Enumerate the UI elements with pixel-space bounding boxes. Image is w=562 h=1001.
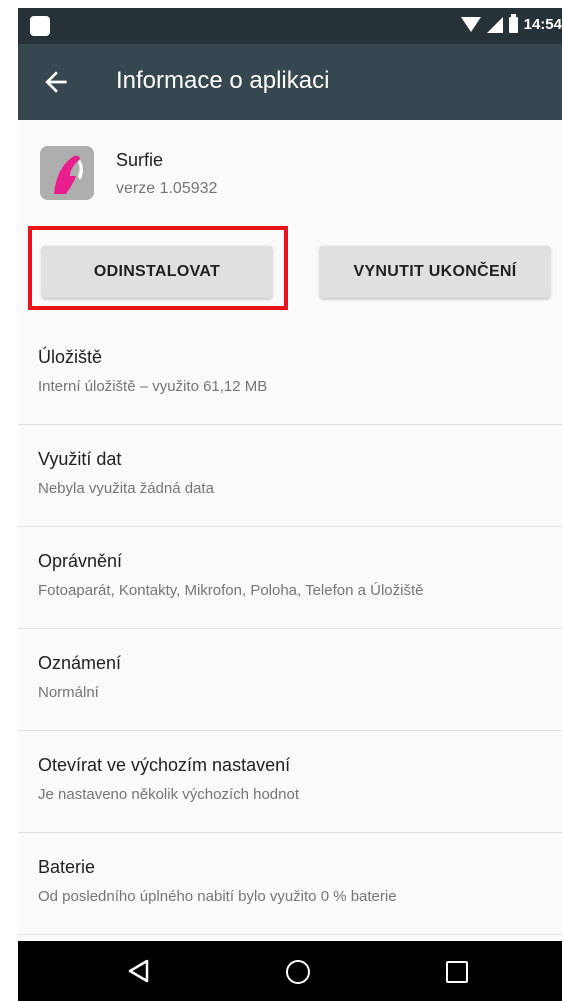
back-arrow-icon[interactable]: [40, 66, 72, 98]
signal-icon: [486, 16, 503, 33]
nav-recent-apps-icon[interactable]: [446, 961, 468, 983]
setting-permissions[interactable]: Oprávnění Fotoaparát, Kontakty, Mikrofon…: [18, 527, 562, 629]
setting-title: Baterie: [38, 857, 96, 877]
app-bar: Informace o aplikaci: [18, 44, 562, 120]
page-title: Informace o aplikaci: [116, 67, 330, 94]
status-icons: 14:54: [460, 13, 562, 33]
app-version: verze 1.05932: [116, 180, 218, 197]
app-name: Surfie: [116, 150, 164, 170]
uninstall-button[interactable]: ODINSTALOVAT: [42, 246, 272, 298]
setting-title: Otevírat ve výchozím nastavení: [38, 755, 291, 775]
setting-storage[interactable]: Úložiště Interní úložiště – využito 61,1…: [18, 323, 562, 425]
setting-open-by-default[interactable]: Otevírat ve výchozím nastavení Je nastav…: [18, 731, 562, 833]
setting-title: Oprávnění: [38, 551, 123, 571]
phone-screen: 14:54 Informace o aplikaci Surfie verze …: [18, 8, 562, 1001]
setting-subtitle: Od posledního úplného nabití bylo využit…: [38, 888, 397, 905]
setting-battery[interactable]: Baterie Od posledního úplného nabití byl…: [18, 833, 562, 935]
setting-subtitle: Nebyla využita žádná data: [38, 480, 214, 497]
setting-subtitle: Je nastaveno několik výchozích hodnot: [38, 786, 299, 803]
setting-title: Oznámení: [38, 653, 122, 673]
navigation-bar: [18, 941, 562, 1001]
nav-home-icon[interactable]: [286, 960, 310, 984]
setting-subtitle: Interní úložiště – využito 61,12 MB: [38, 378, 268, 395]
battery-icon: [508, 13, 518, 33]
notification-icon: [30, 16, 50, 36]
status-bar: 14:54: [18, 8, 562, 44]
settings-list: Úložiště Interní úložiště – využito 61,1…: [18, 323, 562, 935]
setting-subtitle: Fotoaparát, Kontakty, Mikrofon, Poloha, …: [38, 582, 424, 599]
force-stop-button[interactable]: VYNUTIT UKONČENÍ: [320, 246, 550, 298]
clock: 14:54: [523, 16, 562, 33]
app-header: Surfie verze 1.05932: [18, 120, 562, 228]
setting-title: Využití dat: [38, 449, 122, 469]
setting-data-usage[interactable]: Využití dat Nebyla využita žádná data: [18, 425, 562, 527]
surfie-app-icon: [40, 146, 94, 200]
setting-notifications[interactable]: Oznámení Normální: [18, 629, 562, 731]
nav-back-icon[interactable]: [126, 958, 152, 984]
setting-subtitle: Normální: [38, 684, 99, 701]
wifi-icon: [460, 17, 481, 32]
setting-title: Úložiště: [38, 347, 103, 367]
